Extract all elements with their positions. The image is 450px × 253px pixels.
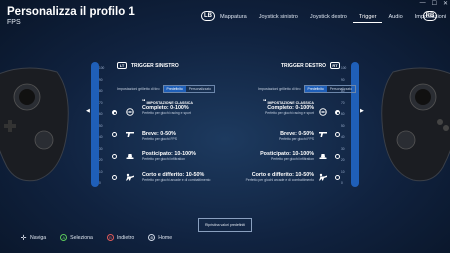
footer-hints: ✛ Naviga A Seleziona B Indietro ⊛ Home: [20, 234, 182, 242]
predefinito-option[interactable]: Predefinito: [163, 86, 186, 92]
scale-tick-label: 20: [341, 158, 345, 162]
rt-icon: RT: [330, 62, 341, 69]
controller-right-image: [381, 67, 450, 182]
scale-tick-label: 80: [99, 89, 103, 93]
reset-defaults-button[interactable]: Ripristina valori predefiniti: [198, 218, 252, 232]
option-radio-right-0[interactable]: [335, 110, 340, 115]
scale-arrow-icon: ◀: [86, 108, 90, 114]
footer-home: ⊛ Home: [148, 234, 172, 241]
fighter-icon: [126, 173, 134, 181]
predefinito-option[interactable]: Predefinito: [304, 86, 327, 92]
scale-tick-label: 90: [99, 77, 103, 82]
b-button-icon: B: [106, 234, 114, 241]
option-right-0[interactable]: “ IMPOSTAZIONE CLASSICA Completo: 0-100%…: [204, 99, 314, 115]
option-radio-left-0[interactable]: [112, 110, 117, 115]
tab-audio[interactable]: Audio: [382, 12, 408, 22]
personalizzato-option[interactable]: Personalizzato: [186, 86, 214, 92]
window-controls: — ☐ ✕: [420, 0, 448, 7]
option-radio-left-2[interactable]: [112, 154, 117, 159]
scale-tick-label: 40: [341, 135, 345, 139]
option-radio-right-2[interactable]: [335, 154, 340, 159]
maximize-icon[interactable]: ☐: [432, 0, 437, 7]
rb-bumper-icon[interactable]: RB: [423, 11, 437, 21]
option-radio-left-1[interactable]: [112, 132, 117, 137]
scale-tick-label: 40: [99, 135, 103, 139]
left-setting-toggle[interactable]: Predefinito Personalizzato: [162, 85, 216, 93]
personalizzato-option[interactable]: Personalizzato: [327, 86, 355, 92]
steering-wheel-icon: [319, 108, 327, 116]
trigger-scale-left[interactable]: [91, 62, 99, 187]
pistol-icon: [319, 132, 327, 137]
tab-joystick-destro[interactable]: Joystick destro: [304, 12, 353, 22]
footer-label: Seleziona: [70, 234, 93, 241]
right-setting-row: Impostazioni grilletto di tiro Predefini…: [258, 85, 357, 93]
footer-label: Indietro: [116, 234, 135, 241]
right-trigger-title: TRIGGER DESTRO: [281, 62, 327, 69]
page-subtitle: FPS: [7, 19, 21, 26]
left-trigger-header: LT TRIGGER SINISTRO: [117, 62, 179, 69]
dpad-icon: ✛: [20, 234, 27, 242]
option-right-1[interactable]: Breve: 0-50% Perfetto per giochi FPS: [204, 131, 314, 141]
scale-tick-label: 60: [99, 112, 103, 116]
trigger-scale-right[interactable]: [351, 62, 359, 187]
hat-icon: [319, 154, 327, 159]
scale-tick-label: 100: [341, 66, 347, 70]
scale-tick-label: 100: [99, 66, 105, 70]
scale-tick-label: 50: [341, 123, 345, 128]
option-right-2[interactable]: Posticipato: 10-100% Perfetto per giochi…: [204, 151, 314, 161]
scale-tick-label: 90: [341, 77, 345, 82]
fighter-icon: [319, 173, 327, 181]
option-desc: Perfetto per giochi FPS: [278, 137, 314, 141]
scale-tick-label: 10: [99, 169, 103, 174]
footer-back: B Indietro: [106, 234, 135, 241]
minimize-icon[interactable]: —: [420, 0, 426, 7]
tab-bar: Mappatura Joystick sinistro Joystick des…: [220, 12, 450, 23]
scale-tick-label: 30: [99, 146, 103, 151]
scale-tick-label: 0: [341, 181, 343, 185]
option-right-3[interactable]: Corto e differito: 10-50% Perfetto per g…: [204, 172, 314, 182]
lt-icon: LT: [117, 62, 127, 69]
footer-label: Naviga: [30, 234, 47, 241]
scale-tick-label: 30: [341, 146, 345, 151]
xbox-icon: ⊛: [148, 234, 156, 241]
right-trigger-header: TRIGGER DESTRO RT: [281, 62, 341, 69]
footer-select: A Seleziona: [60, 234, 93, 241]
option-radio-right-3[interactable]: [335, 175, 340, 180]
option-radio-left-3[interactable]: [112, 175, 117, 180]
tab-mappatura[interactable]: Mappatura: [220, 12, 253, 22]
left-setting-row: Impostazioni grilletto di tiro Predefini…: [117, 85, 216, 93]
tab-joystick-sinistro[interactable]: Joystick sinistro: [253, 12, 304, 22]
option-desc: Perfetto per giochi infiltration: [271, 157, 314, 161]
close-icon[interactable]: ✕: [443, 0, 448, 7]
setting-label: Impostazioni grilletto di tiro: [258, 87, 301, 91]
option-desc: Perfetto per giochi arcade e di combatti…: [245, 178, 314, 182]
scale-tick-label: 0: [99, 181, 101, 185]
footer-label: Home: [158, 234, 173, 241]
footer-navigate: ✛ Naviga: [20, 234, 47, 242]
scale-tick-label: 70: [99, 100, 103, 105]
scale-tick-label: 20: [99, 158, 103, 162]
lb-bumper-icon[interactable]: LB: [201, 11, 215, 21]
scale-tick-label: 50: [99, 123, 103, 128]
option-desc: Perfetto per giochi racing e sport: [264, 111, 314, 115]
right-setting-toggle[interactable]: Predefinito Personalizzato: [303, 85, 357, 93]
hat-icon: [126, 154, 134, 159]
scale-arrow-icon: ▶: [360, 108, 364, 114]
pistol-icon: [126, 132, 134, 137]
controller-left-image: [0, 67, 69, 182]
scale-tick-label: 10: [341, 169, 345, 174]
option-radio-right-1[interactable]: [335, 132, 340, 137]
left-trigger-title: TRIGGER SINISTRO: [131, 62, 179, 69]
scale-tick-label: 60: [341, 112, 345, 116]
steering-wheel-icon: [126, 108, 134, 116]
tab-trigger[interactable]: Trigger: [352, 12, 383, 23]
scale-tick-label: 70: [341, 100, 345, 105]
page-title: Personalizza il profilo 1: [7, 6, 135, 18]
setting-label: Impostazioni grilletto di tiro: [117, 87, 160, 91]
a-button-icon: A: [60, 234, 68, 241]
